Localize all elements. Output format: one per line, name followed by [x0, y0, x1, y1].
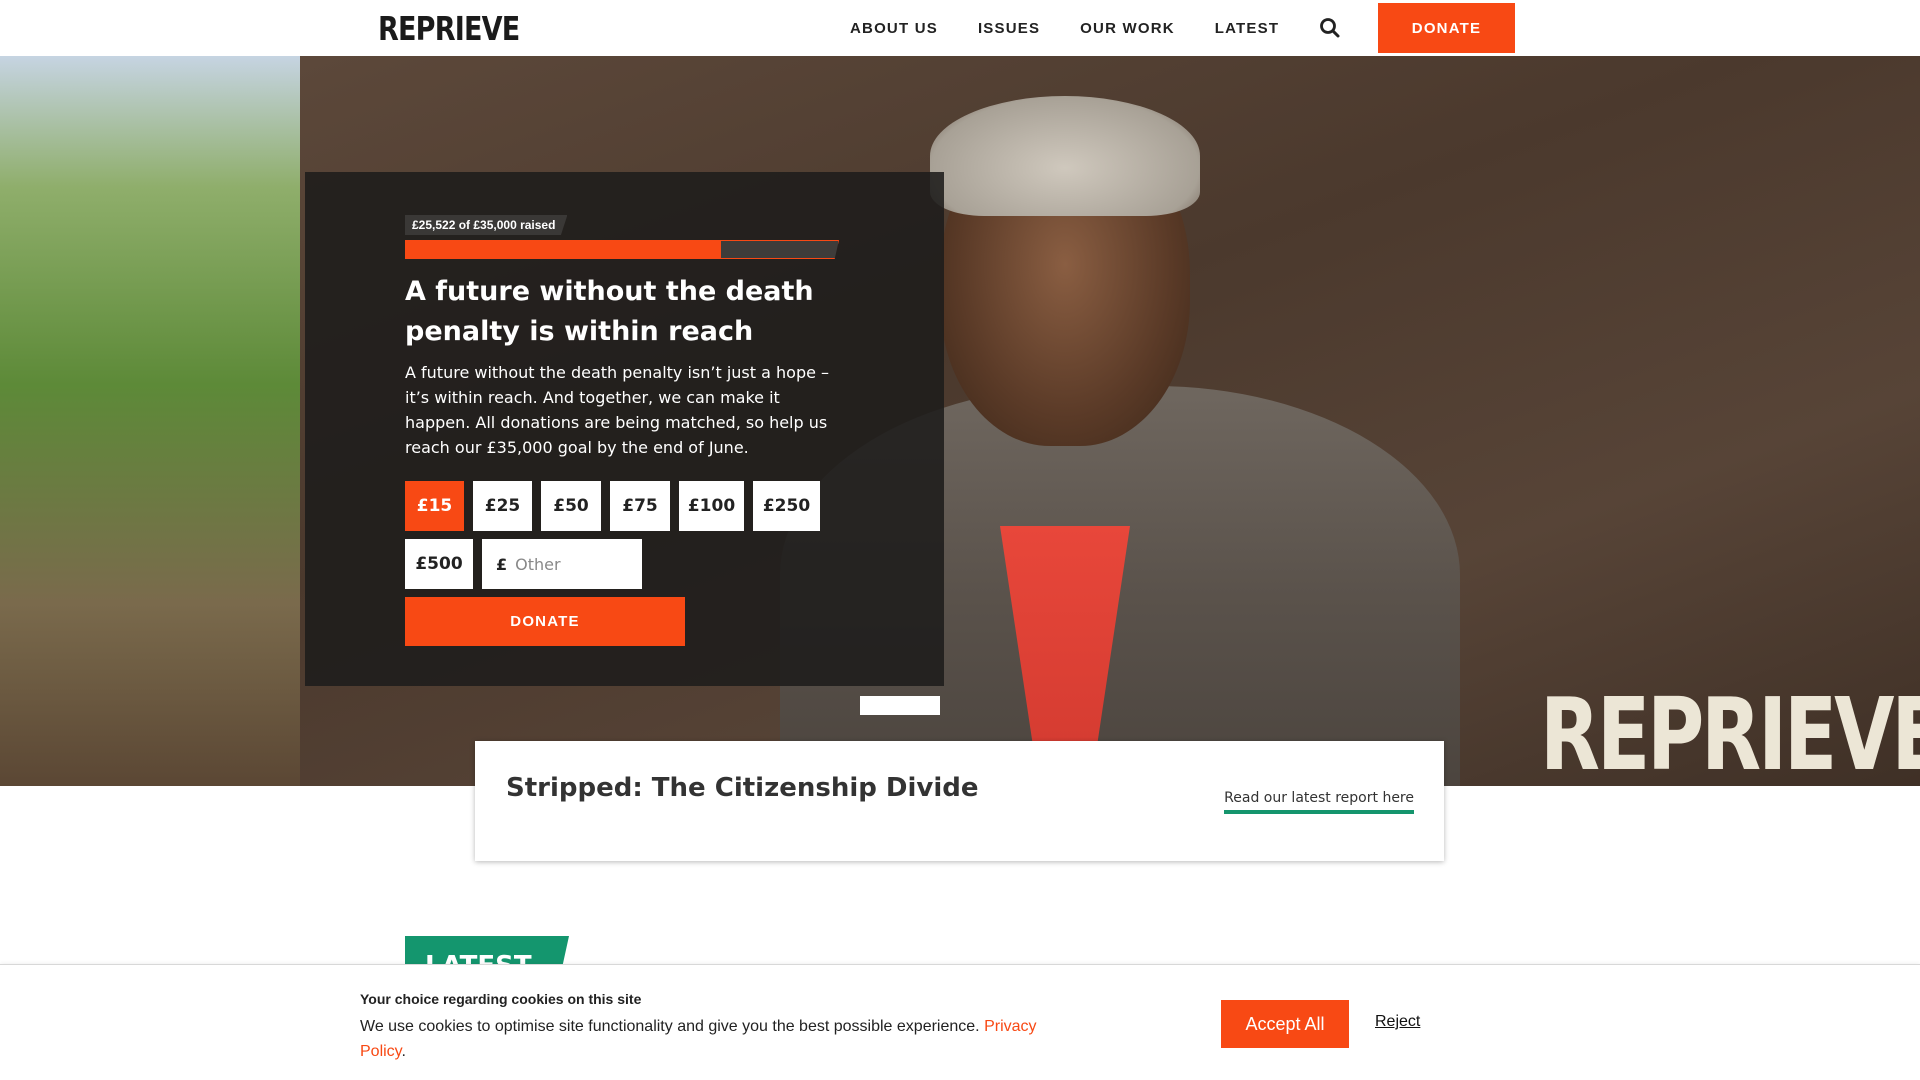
search-icon[interactable]: [1318, 16, 1342, 40]
reject-button[interactable]: Reject: [1375, 1013, 1420, 1031]
hero-person-hair: [930, 96, 1200, 216]
site-logo[interactable]: REPRIEVE: [378, 9, 520, 48]
featured-report-title: Stripped: The Citizenship Divide: [506, 773, 979, 803]
amount-button-50[interactable]: £50: [541, 481, 601, 531]
amount-button-500[interactable]: £500: [405, 539, 473, 589]
accept-all-button[interactable]: Accept All: [1221, 1000, 1349, 1048]
site-header: REPRIEVE ABOUT US ISSUES OUR WORK LATEST…: [0, 0, 1920, 56]
amount-button-75[interactable]: £75: [610, 481, 670, 531]
other-amount-field[interactable]: £: [482, 539, 642, 589]
amount-button-15[interactable]: £15: [405, 481, 464, 531]
cookie-banner: Your choice regarding cookies on this si…: [0, 964, 1920, 1080]
cookie-message-end: .: [401, 1043, 406, 1060]
nav-our-work[interactable]: OUR WORK: [1080, 20, 1175, 37]
amount-button-250[interactable]: £250: [753, 481, 820, 531]
raised-amount-label: £25,522 of £35,000 raised: [405, 215, 568, 235]
donation-title: A future without the death penalty is wi…: [405, 276, 814, 347]
donation-amount-options: £15 £25 £50 £75 £100 £250 £500 £: [405, 481, 845, 597]
nav-about-us[interactable]: ABOUT US: [850, 20, 938, 37]
amount-button-25[interactable]: £25: [473, 481, 532, 531]
donation-progress-bar: [405, 240, 839, 259]
cookie-heading: Your choice regarding cookies on this si…: [360, 991, 642, 1007]
hero-background-foliage: [0, 56, 300, 786]
read-report-link[interactable]: Read our latest report here: [1224, 790, 1414, 814]
donate-button[interactable]: DONATE: [405, 597, 685, 646]
cookie-message-text: We use cookies to optimise site function…: [360, 1018, 985, 1035]
donation-progress-fill: [406, 241, 721, 258]
featured-report-card: Stripped: The Citizenship Divide Read ou…: [475, 741, 1444, 861]
hero-image: REPRIEVE: [0, 56, 1920, 786]
nav-latest[interactable]: LATEST: [1215, 20, 1279, 37]
nav-issues[interactable]: ISSUES: [978, 20, 1040, 37]
main-nav: ABOUT US ISSUES OUR WORK LATEST: [850, 0, 1319, 56]
header-donate-button[interactable]: DONATE: [1378, 3, 1515, 53]
amount-button-100[interactable]: £100: [679, 481, 744, 531]
hero-watermark-logo: REPRIEVE: [1540, 676, 1920, 786]
donation-panel: £25,522 of £35,000 raised A future witho…: [305, 172, 944, 686]
donation-description: A future without the death penalty isn’t…: [405, 363, 830, 457]
cookie-message: We use cookies to optimise site function…: [360, 1014, 1060, 1064]
carousel-indicator[interactable]: [860, 696, 940, 715]
currency-symbol: £: [496, 554, 508, 574]
other-amount-input[interactable]: [515, 554, 626, 574]
